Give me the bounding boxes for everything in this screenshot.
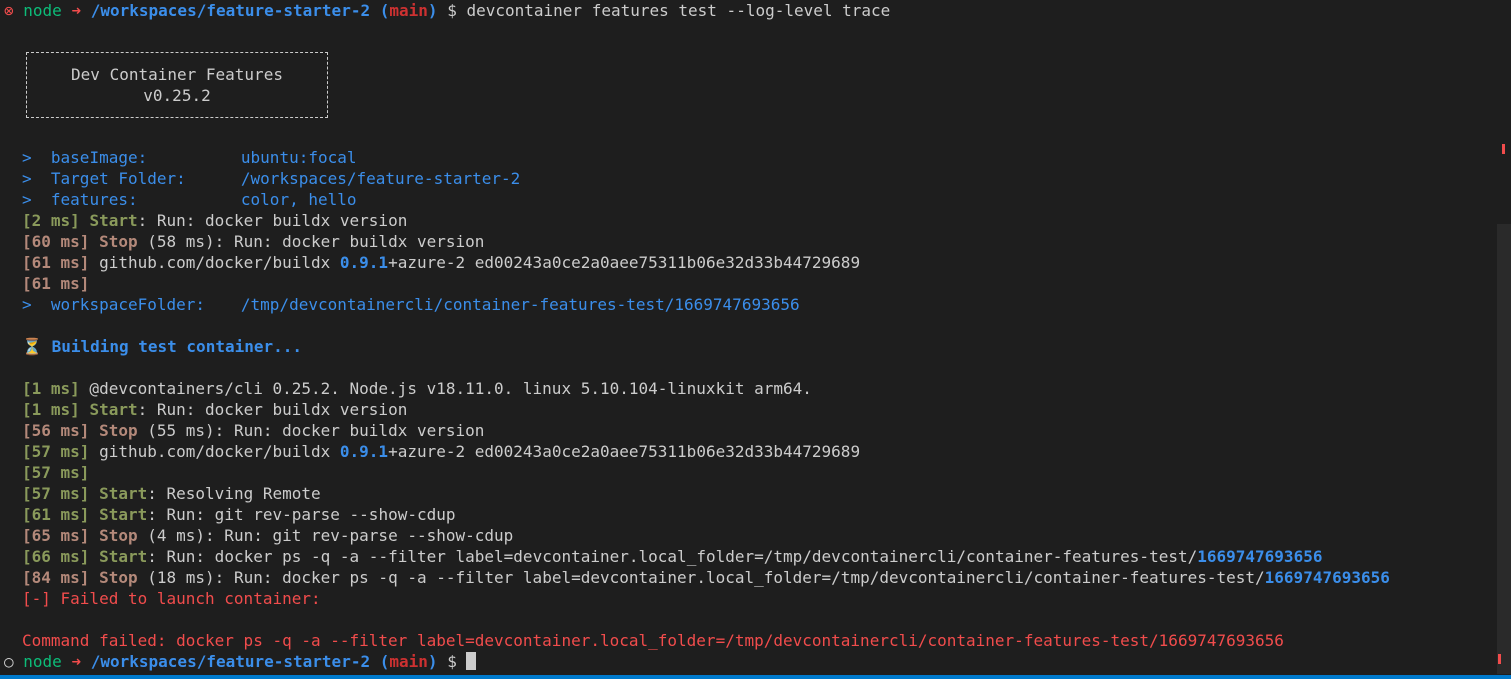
log-line: [66 ms] Start: Run: docker ps -q -a --fi… (22, 547, 1323, 566)
terminal-window[interactable]: ⊗ node ➜ /workspaces/feature-starter-2 (… (0, 0, 1511, 679)
config-line-target-folder: > Target Folder:/workspaces/feature-star… (22, 169, 521, 188)
log-line: [1 ms] Start: Run: docker buildx version (22, 400, 408, 419)
text-cursor[interactable] (466, 652, 477, 670)
config-line-base-image: > baseImage: ubuntu:focal (22, 148, 357, 167)
config-line-workspace-folder: > workspaceFolder:/tmp/devcontainercli/c… (22, 295, 800, 314)
features-banner-box: Dev Container Features v0.25.2 (26, 52, 328, 118)
scrollbar[interactable] (1497, 224, 1511, 674)
scrollbar-error-marker (1502, 144, 1505, 154)
banner-version: v0.25.2 (143, 86, 211, 105)
error-command-failed: Command failed: docker ps -q -a --filter… (22, 631, 1284, 650)
error-status-icon: ⊗ (4, 1, 14, 20)
log-line: [57 ms] Start: Resolving Remote (22, 484, 321, 503)
prompt-line-command: ⊗ node ➜ /workspaces/feature-starter-2 (… (4, 1, 891, 20)
error-failed-launch: [-] Failed to launch container: (22, 589, 321, 608)
log-line: [57 ms] (22, 463, 90, 482)
config-line-features: > features: color, hello (22, 190, 357, 209)
log-line: [61 ms] github.com/docker/buildx 0.9.1+a… (22, 253, 861, 272)
prompt-user: node (23, 1, 62, 20)
panel-bottom-border (0, 675, 1511, 679)
prompt-path: /workspaces/feature-starter-2 (90, 1, 371, 20)
log-line: [60 ms] Stop (58 ms): Run: docker buildx… (22, 232, 485, 251)
log-line: [57 ms] github.com/docker/buildx 0.9.1+a… (22, 442, 861, 461)
prompt-arrow-icon: ➜ (71, 652, 82, 671)
scrollbar-error-marker (1498, 654, 1501, 664)
building-status: ⏳ Building test container... (22, 337, 303, 356)
prompt-line-current[interactable]: ○ node ➜ /workspaces/feature-starter-2 (… (4, 651, 477, 672)
entered-command: devcontainer features test --log-level t… (466, 1, 891, 20)
log-line: [1 ms] @devcontainers/cli 0.25.2. Node.j… (22, 379, 812, 398)
log-line: [65 ms] Stop (4 ms): Run: git rev-parse … (22, 526, 514, 545)
log-line: [56 ms] Stop (55 ms): Run: docker buildx… (22, 421, 485, 440)
log-line: [61 ms] (22, 274, 90, 293)
log-line: [2 ms] Start: Run: docker buildx version (22, 211, 408, 230)
prompt-arrow-icon: ➜ (71, 1, 82, 20)
banner-title: Dev Container Features (71, 65, 283, 84)
prompt-branch: main (389, 1, 428, 20)
status-circle-icon: ○ (4, 652, 14, 671)
hourglass-icon: ⏳ (22, 337, 42, 356)
log-line: [61 ms] Start: Run: git rev-parse --show… (22, 505, 456, 524)
log-line: [84 ms] Stop (18 ms): Run: docker ps -q … (22, 568, 1390, 587)
